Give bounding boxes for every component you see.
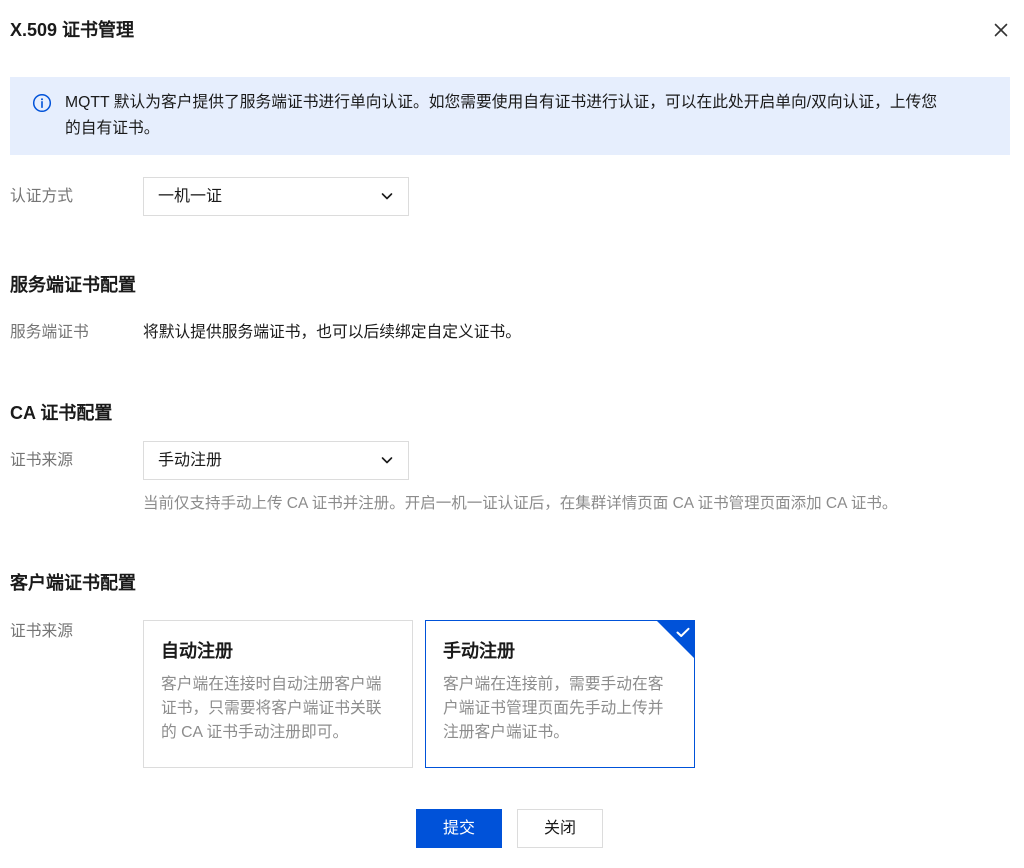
auth-method-value: 一机一证 xyxy=(158,188,223,205)
ca-cert-source-select[interactable]: 手动注册 xyxy=(143,441,409,480)
ca-cert-source-label: 证书来源 xyxy=(10,452,73,469)
option-card-description: 客户端在连接时自动注册客户端证书，只需要将客户端证书关联的 CA 证书手动注册即… xyxy=(161,676,382,741)
close-icon[interactable] xyxy=(991,20,1011,40)
option-card-title: 手动注册 xyxy=(443,641,515,661)
check-icon xyxy=(676,627,690,637)
server-cert-label: 服务端证书 xyxy=(10,324,89,341)
option-card-title: 自动注册 xyxy=(161,641,233,661)
option-card-manual-register[interactable]: 手动注册 客户端在连接前，需要手动在客户端证书管理页面先手动上传并注册客户端证书… xyxy=(425,620,695,768)
dialog-title: X.509 证书管理 xyxy=(10,20,135,40)
server-cert-heading: 服务端证书配置 xyxy=(10,275,136,295)
option-card-auto-register[interactable]: 自动注册 客户端在连接时自动注册客户端证书，只需要将客户端证书关联的 CA 证书… xyxy=(143,620,413,768)
notice-text: MQTT 默认为客户提供了服务端证书进行单向认证。如您需要使用自有证书进行认证，… xyxy=(65,94,938,137)
chevron-down-icon xyxy=(381,193,393,200)
client-cert-source-label: 证书来源 xyxy=(10,623,73,640)
info-icon xyxy=(32,93,52,113)
ca-cert-source-value: 手动注册 xyxy=(158,452,223,469)
close-button[interactable]: 关闭 xyxy=(517,809,603,848)
info-notice: MQTT 默认为客户提供了服务端证书进行单向认证。如您需要使用自有证书进行认证，… xyxy=(10,77,1010,155)
submit-button[interactable]: 提交 xyxy=(416,809,502,848)
ca-cert-help-text: 当前仅支持手动上传 CA 证书并注册。开启一机一证认证后，在集群详情页面 CA … xyxy=(143,495,898,512)
auth-method-select[interactable]: 一机一证 xyxy=(143,177,409,216)
ca-cert-heading: CA 证书配置 xyxy=(10,403,113,423)
chevron-down-icon xyxy=(381,457,393,464)
auth-method-label: 认证方式 xyxy=(10,188,73,205)
option-card-description: 客户端在连接前，需要手动在客户端证书管理页面先手动上传并注册客户端证书。 xyxy=(443,676,664,741)
server-cert-text: 将默认提供服务端证书，也可以后续绑定自定义证书。 xyxy=(143,324,521,341)
close-icon-glyph xyxy=(994,23,1008,37)
client-cert-heading: 客户端证书配置 xyxy=(10,573,136,593)
